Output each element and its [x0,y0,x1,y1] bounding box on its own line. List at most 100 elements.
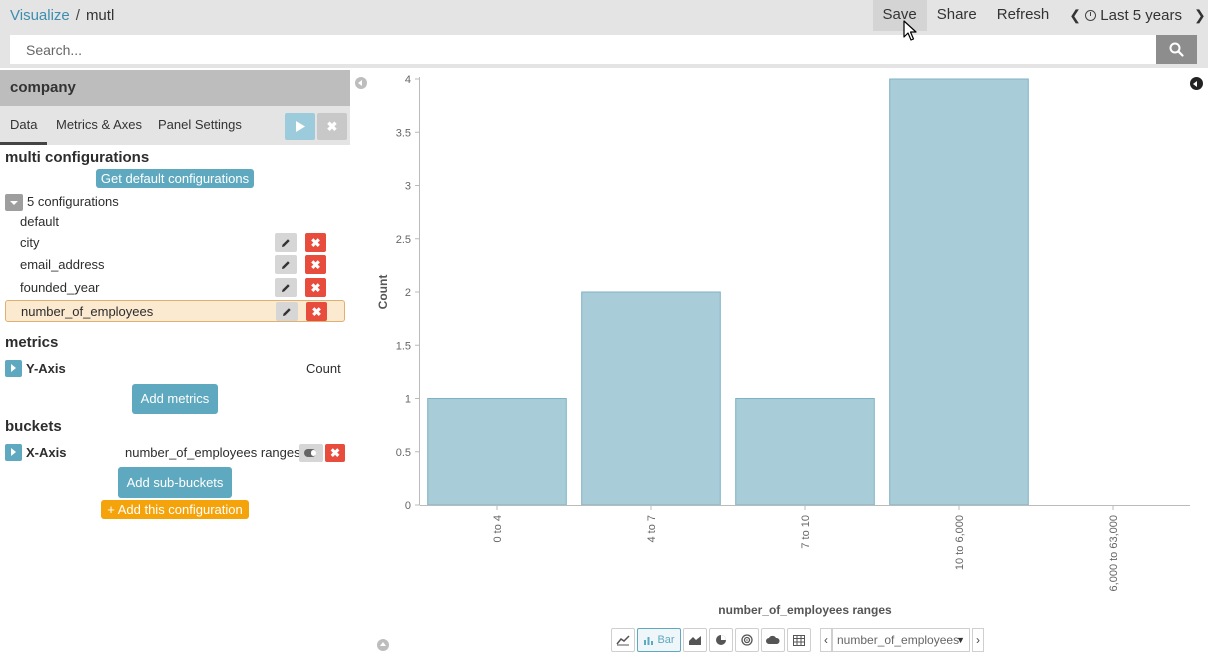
table-type-button[interactable] [787,628,811,652]
config-name: city [20,235,40,250]
add-sub-buckets-button[interactable]: Add sub-buckets [118,467,232,498]
time-forward-chevron-right-icon[interactable]: ❯ [1184,0,1208,31]
time-back-chevron-left-icon[interactable]: ❮ [1059,0,1083,31]
mouse-cursor-icon [903,20,917,41]
metrics-heading: metrics [5,334,59,351]
prev-aggregation-chevron-left-icon[interactable]: ‹ [820,628,832,652]
apply-changes-button[interactable] [285,113,315,140]
edit-config-button[interactable] [276,302,298,321]
bar-chart-type-label: Bar [657,634,675,646]
area-chart-type-button[interactable] [683,628,707,652]
share-button[interactable]: Share [927,0,987,31]
configurations-count: 5 configurations [27,194,119,209]
y-tick-label: 3 [405,181,411,193]
query-bar [0,31,1208,68]
config-row-selected[interactable]: number_of_employees ✖ [5,300,345,322]
x-axis-label: X-Axis [26,445,67,460]
delete-config-button[interactable]: ✖ [305,255,326,274]
pie-chart-type-button[interactable] [709,628,733,652]
cloud-icon [766,635,780,644]
tag-cloud-type-button[interactable] [761,628,785,652]
bar[interactable] [735,398,875,506]
target-icon [741,634,753,646]
tab-metrics-axes[interactable]: Metrics & Axes [46,106,152,143]
next-aggregation-chevron-right-icon[interactable]: › [972,628,984,652]
y-axis-label: Y-Axis [26,361,66,376]
discard-changes-button[interactable]: ✖ [317,113,347,140]
edit-config-button[interactable] [275,255,297,274]
pencil-icon [282,260,290,269]
bar-chart-type-button[interactable]: Bar [637,628,681,652]
breadcrumb-current: mutl [85,7,115,24]
play-icon [296,121,305,132]
edit-config-button[interactable] [275,278,297,297]
y-axis-agg-description: Count [306,361,341,376]
y-tick-label: 3.5 [396,127,411,139]
bar-chart-icon [644,636,654,645]
config-row[interactable]: city ✖ [5,232,345,253]
delete-config-button[interactable]: ✖ [305,233,326,252]
pencil-icon [283,307,291,316]
y-tick-label: 4 [405,74,411,86]
breadcrumb: Visualize / mutl [10,7,114,24]
area-chart-icon [689,636,701,645]
pie-chart-icon [716,635,726,645]
pencil-icon [282,238,290,247]
config-row[interactable]: email_address ✖ [5,254,345,275]
top-menu: Save Share Refresh ❮ Last 5 years ❯ [872,0,1208,31]
tab-panel-settings[interactable]: Panel Settings [148,106,252,143]
multi-configurations-heading: multi configurations [5,149,150,166]
search-submit-button[interactable] [1156,35,1197,64]
line-chart-type-button[interactable] [611,628,635,652]
top-nav-bar: Visualize / mutl Save Share Refresh ❮ Last… [0,0,1208,31]
collapse-spy-panel-icon[interactable] [377,639,389,651]
y-tick-label: 1 [405,394,411,406]
tab-data[interactable]: Data [0,106,48,145]
delete-config-button[interactable]: ✖ [306,302,327,321]
config-row[interactable]: default [5,211,345,232]
configurations-collapse-toggle[interactable] [5,194,23,211]
remove-x-axis-button[interactable]: ✖ [325,444,345,462]
search-input[interactable] [10,35,1156,64]
y-tick-label: 2 [405,287,411,299]
editor-tabs: Data Metrics & Axes Panel Settings ✖ [0,106,350,145]
breadcrumb-visualize-link[interactable]: Visualize [10,7,70,24]
edit-config-button[interactable] [275,233,297,252]
breadcrumb-separator: / [75,7,80,24]
get-default-configurations-button[interactable]: Get default configurations [96,169,254,188]
config-name: number_of_employees [21,304,154,319]
x-tick-label: 6,000 to 63,000 [1108,515,1120,591]
bar[interactable] [427,398,567,506]
x-tick-label: 10 to 6,000 [954,515,966,570]
clock-icon [1085,10,1097,21]
y-axis-expand-toggle[interactable] [5,360,22,377]
x-tick-label: 0 to 4 [492,515,504,543]
table-icon [793,634,805,646]
time-range-label: Last 5 years [1100,6,1182,24]
y-tick-label: 0 [405,500,411,512]
toggle-aggregation-switch[interactable] [299,444,323,462]
pencil-icon [282,283,290,292]
save-button[interactable]: Save [872,0,927,31]
x-tick-label: 4 to 7 [646,515,658,543]
x-axis-expand-toggle[interactable] [5,444,22,461]
bar[interactable] [889,78,1029,506]
buckets-heading: buckets [5,418,62,435]
config-name: email_address [20,257,105,272]
bar-chart: 0 0.5 1 1.5 2 2.5 3 3.5 4 0 to 4 4 to 7 7 to 10 10 … [376,74,1190,617]
time-picker-button[interactable]: Last 5 years [1083,0,1184,31]
add-this-configuration-button[interactable]: + Add this configuration [101,500,249,519]
x-tick-label: 7 to 10 [800,515,812,549]
refresh-button[interactable]: Refresh [987,0,1060,31]
collapse-sidebar-icon[interactable] [355,77,367,89]
add-metrics-button[interactable]: Add metrics [132,384,218,414]
y-tick-label: 2.5 [396,234,411,246]
x-axis-title: number_of_employees ranges [718,603,892,617]
config-row[interactable]: founded_year ✖ [5,277,345,298]
delete-config-button[interactable]: ✖ [305,278,326,297]
y-tick-label: 0.5 [396,447,411,459]
aggregation-select[interactable]: number_of_employees [832,628,970,652]
bar[interactable] [581,291,721,506]
gauge-chart-type-button[interactable] [735,628,759,652]
y-tick-label: 1.5 [396,340,411,352]
